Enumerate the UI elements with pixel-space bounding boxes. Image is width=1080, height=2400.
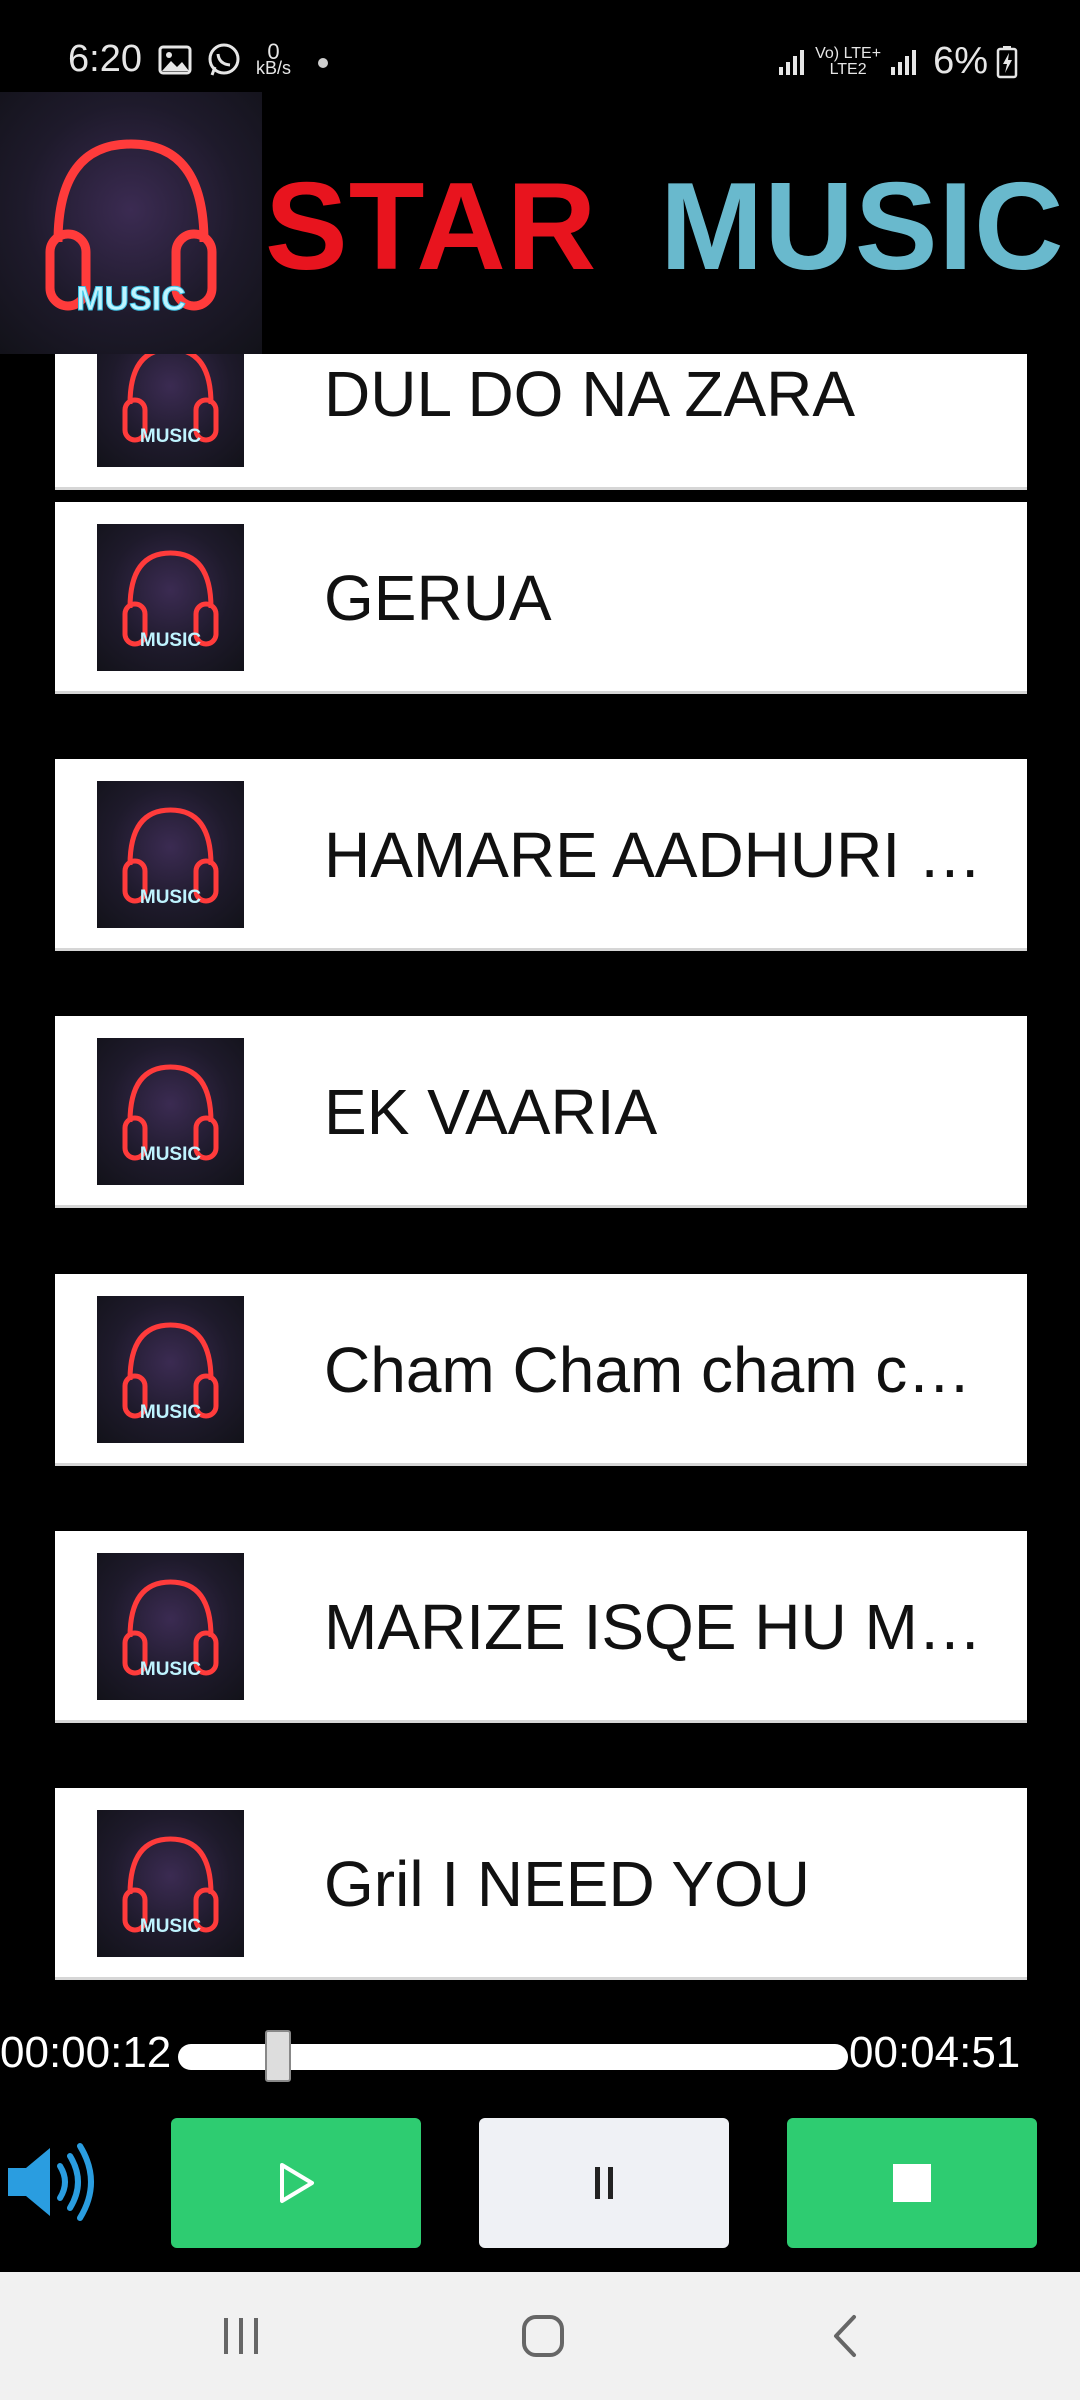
thumbnail-text: MUSIC [140, 887, 202, 908]
recents-icon [224, 2318, 258, 2354]
song-thumbnail: MUSIC [97, 1038, 244, 1185]
status-notification-icons [158, 42, 242, 78]
song-thumbnail: MUSIC [97, 781, 244, 928]
network-speed: 0 kB/s [256, 41, 292, 78]
logo-text: MUSIC [76, 280, 186, 318]
song-thumbnail: MUSIC [97, 1810, 244, 1957]
back-button[interactable] [815, 2310, 875, 2362]
app-title-music: MUSIC [660, 158, 1065, 296]
recents-button[interactable] [211, 2310, 271, 2362]
status-time: 6:20 [68, 38, 142, 80]
stop-icon [893, 2164, 931, 2202]
song-item[interactable]: MUSIC MARIZE ISQE HU MAIN [55, 1531, 1027, 1723]
home-icon [522, 2315, 564, 2357]
song-thumbnail: MUSIC [97, 354, 244, 467]
song-title: Cham Cham cham cham [324, 1334, 1004, 1406]
network-label-bottom: LTE2 [829, 60, 867, 78]
headphones-icon: MUSIC [122, 807, 219, 908]
play-icon [280, 2163, 314, 2203]
app-logo: MUSIC [0, 92, 262, 354]
status-right: Vo) LTE+ LTE2 6% [777, 40, 1018, 83]
volume-icon[interactable] [4, 2142, 100, 2222]
thumbnail-text: MUSIC [140, 1659, 202, 1680]
notification-dot [318, 58, 328, 68]
network-label: Vo) LTE+ LTE2 [815, 44, 882, 78]
home-button[interactable] [513, 2310, 573, 2362]
battery-charging-icon [996, 45, 1018, 78]
song-list[interactable]: MUSIC DUL DO NA ZARA MUSIC GERUA MUSIC H… [0, 354, 1080, 1984]
song-item[interactable]: MUSIC HAMARE AADHURI KAHANI [55, 759, 1027, 951]
headphones-icon: MUSIC [122, 354, 219, 447]
app-title-star: STAR [265, 158, 598, 296]
total-time: 00:04:51 [849, 2028, 1021, 2077]
song-title: GERUA [324, 562, 552, 634]
pause-icon [595, 2167, 613, 2199]
thumbnail-text: MUSIC [140, 1144, 202, 1165]
status-bar: 6:20 0 kB/s Vo) LTE+ LTE2 6% [0, 0, 1080, 95]
headphones-icon: MUSIC [122, 550, 219, 651]
app-header: MUSIC STAR MUSIC [0, 92, 1080, 354]
song-item[interactable]: MUSIC Gril I NEED YOU [55, 1788, 1027, 1980]
song-item[interactable]: MUSIC Cham Cham cham cham [55, 1274, 1027, 1466]
song-thumbnail: MUSIC [97, 524, 244, 671]
thumbnail-text: MUSIC [140, 426, 202, 447]
signal-icon [779, 49, 805, 75]
headphones-icon: MUSIC [122, 1322, 219, 1423]
song-title: Gril I NEED YOU [324, 1848, 810, 1920]
network-speed-unit: kB/s [256, 58, 292, 78]
thumbnail-text: MUSIC [140, 1402, 202, 1423]
song-title: HAMARE AADHURI KAHANI [324, 819, 1004, 891]
seek-thumb[interactable] [265, 2030, 292, 2082]
headphones-icon: MUSIC [122, 1836, 219, 1937]
song-title: DUL DO NA ZARA [324, 358, 856, 430]
song-thumbnail: MUSIC [97, 1296, 244, 1443]
system-nav-bar [0, 2272, 1080, 2400]
song-title: EK VAARIA [324, 1076, 658, 1148]
song-title: MARIZE ISQE HU MAIN [324, 1591, 1004, 1663]
stop-button[interactable] [787, 2118, 1037, 2248]
headphones-icon: MUSIC [122, 1064, 219, 1165]
battery-percent: 6% [933, 40, 988, 82]
play-button[interactable] [171, 2118, 421, 2248]
current-time: 00:00:12 [0, 2028, 172, 2077]
back-icon [834, 2315, 856, 2357]
song-thumbnail: MUSIC [97, 1553, 244, 1700]
song-item[interactable]: MUSIC EK VAARIA [55, 1016, 1027, 1208]
headphones-icon: MUSIC [45, 139, 217, 319]
whatsapp-icon [208, 43, 240, 76]
song-item[interactable]: MUSIC GERUA [55, 502, 1027, 694]
signal-icon [891, 49, 917, 75]
pause-button[interactable] [479, 2118, 729, 2248]
network-label-top: Vo) LTE+ [815, 44, 882, 62]
headphones-icon: MUSIC [122, 1579, 219, 1680]
gallery-icon [158, 45, 192, 75]
thumbnail-text: MUSIC [140, 1916, 202, 1937]
thumbnail-text: MUSIC [140, 630, 202, 651]
song-item[interactable]: MUSIC DUL DO NA ZARA [55, 354, 1027, 490]
